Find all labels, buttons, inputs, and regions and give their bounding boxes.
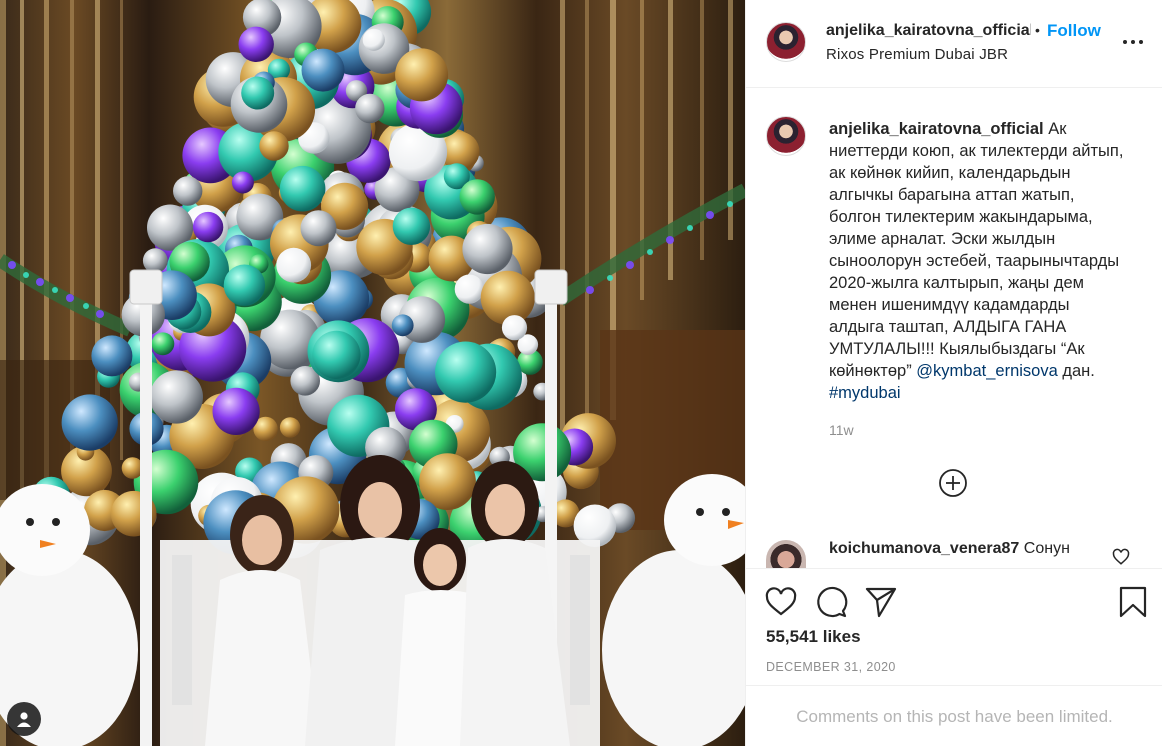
comment-like-heart-icon[interactable] bbox=[1112, 548, 1130, 566]
author-avatar[interactable] bbox=[766, 22, 806, 62]
user-tag-button[interactable] bbox=[7, 702, 41, 736]
post-side-panel: anjelika_kairatovna_official • Follow Ri… bbox=[745, 0, 1162, 746]
paper-plane-icon[interactable] bbox=[864, 585, 898, 619]
post-date[interactable]: DECEMBER 31, 2020 bbox=[766, 660, 896, 674]
caption-username[interactable]: anjelika_kairatovna_official bbox=[829, 120, 1044, 138]
plus-circle-icon[interactable] bbox=[938, 468, 968, 498]
comments-limited-notice: Comments on this post have been limited. bbox=[746, 685, 1162, 747]
caption-mention[interactable]: @kymbat_ernisova bbox=[916, 362, 1057, 380]
caption-hashtag[interactable]: #mydubai bbox=[829, 384, 901, 402]
caption-text-2: дан. bbox=[1057, 362, 1095, 380]
likes-count[interactable]: 55,541 likes bbox=[766, 627, 861, 647]
caption-author-avatar[interactable] bbox=[766, 116, 806, 156]
comment-text: koichumanova_venera87 Сонун bbox=[829, 540, 1070, 558]
post-location[interactable]: Rixos Premium Dubai JBR bbox=[826, 46, 1008, 63]
heart-icon[interactable] bbox=[764, 585, 798, 619]
caption-text: Ак ниеттерди коюп, ак тилектерди айтып, … bbox=[829, 120, 1124, 380]
user-tag-icon bbox=[17, 712, 31, 727]
caption-section: anjelika_kairatovna_official Ак ниеттерд… bbox=[746, 88, 1162, 568]
comment-body: Сонун bbox=[1019, 540, 1070, 557]
post-actions: 55,541 likes DECEMBER 31, 2020 Comments … bbox=[746, 568, 1162, 746]
commenter-username[interactable]: koichumanova_venera87 bbox=[829, 540, 1019, 557]
more-options-icon[interactable] bbox=[1120, 32, 1146, 52]
bookmark-icon[interactable] bbox=[1116, 585, 1150, 619]
photo-scene bbox=[0, 0, 745, 746]
follow-button[interactable]: Follow bbox=[1047, 21, 1101, 41]
post-caption: anjelika_kairatovna_official Ак ниеттерд… bbox=[829, 118, 1129, 404]
post-photo[interactable] bbox=[0, 0, 745, 746]
separator-dot: • bbox=[1035, 22, 1040, 38]
caption-timestamp[interactable]: 11w bbox=[829, 422, 854, 438]
post-header: anjelika_kairatovna_official • Follow Ri… bbox=[746, 0, 1162, 88]
comment-icon[interactable] bbox=[814, 585, 848, 619]
author-username[interactable]: anjelika_kairatovna_official bbox=[826, 22, 1031, 40]
commenter-avatar[interactable] bbox=[766, 540, 806, 568]
